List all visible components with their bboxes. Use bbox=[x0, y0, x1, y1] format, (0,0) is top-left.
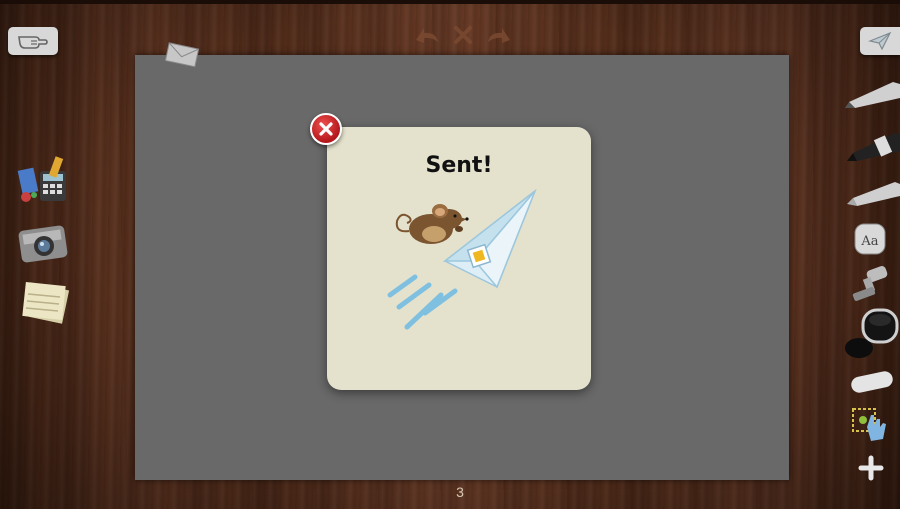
sent-dialog: Sent! bbox=[327, 127, 591, 390]
top-edge bbox=[0, 0, 900, 4]
craft-supplies-button[interactable] bbox=[14, 155, 76, 205]
undo-icon bbox=[416, 28, 438, 43]
dialog-title: Sent! bbox=[425, 153, 493, 178]
page-number: 3 bbox=[456, 484, 464, 500]
eraser-tool[interactable] bbox=[843, 362, 900, 404]
close-icon bbox=[319, 122, 333, 136]
envelope-button[interactable] bbox=[163, 40, 203, 70]
envelope-icon bbox=[164, 42, 200, 68]
crayon-tool[interactable] bbox=[843, 172, 900, 214]
camera-button[interactable] bbox=[14, 218, 76, 268]
add-button[interactable] bbox=[843, 450, 900, 492]
clear-button[interactable] bbox=[449, 23, 477, 47]
send-button[interactable] bbox=[860, 27, 900, 55]
clear-icon bbox=[454, 26, 472, 44]
dialog-close-button[interactable] bbox=[310, 113, 342, 145]
redo-button[interactable] bbox=[485, 23, 513, 47]
add-icon bbox=[858, 455, 884, 481]
crayon-icon bbox=[847, 182, 900, 206]
pencil-tool[interactable] bbox=[843, 72, 900, 114]
stamp-tool[interactable] bbox=[843, 262, 900, 304]
marker-icon bbox=[847, 133, 900, 161]
redo-icon bbox=[488, 28, 510, 43]
ink-tool[interactable] bbox=[843, 306, 900, 362]
pencil-icon bbox=[845, 82, 900, 108]
eraser-icon bbox=[851, 371, 893, 393]
ink-bucket-icon bbox=[845, 308, 899, 358]
craft-supplies-icon bbox=[17, 156, 66, 202]
history-toolbar bbox=[408, 22, 518, 48]
mouse-paper-plane-illustration bbox=[385, 187, 545, 337]
paper-plane-icon bbox=[868, 31, 892, 51]
camera-icon bbox=[18, 225, 68, 263]
svg-text:Aa: Aa bbox=[860, 234, 878, 249]
text-tool[interactable]: Aa bbox=[843, 218, 900, 260]
notepad-button[interactable] bbox=[14, 278, 76, 328]
notepad-icon bbox=[22, 282, 70, 324]
pointing-hand-icon bbox=[18, 36, 48, 49]
undo-button[interactable] bbox=[413, 23, 441, 47]
stamp-icon bbox=[852, 266, 888, 301]
text-tool-icon: Aa bbox=[854, 223, 886, 255]
select-tool[interactable] bbox=[843, 405, 900, 447]
pointer-button[interactable] bbox=[8, 27, 58, 55]
marker-tool[interactable] bbox=[843, 125, 900, 167]
select-hand-icon bbox=[852, 408, 886, 441]
